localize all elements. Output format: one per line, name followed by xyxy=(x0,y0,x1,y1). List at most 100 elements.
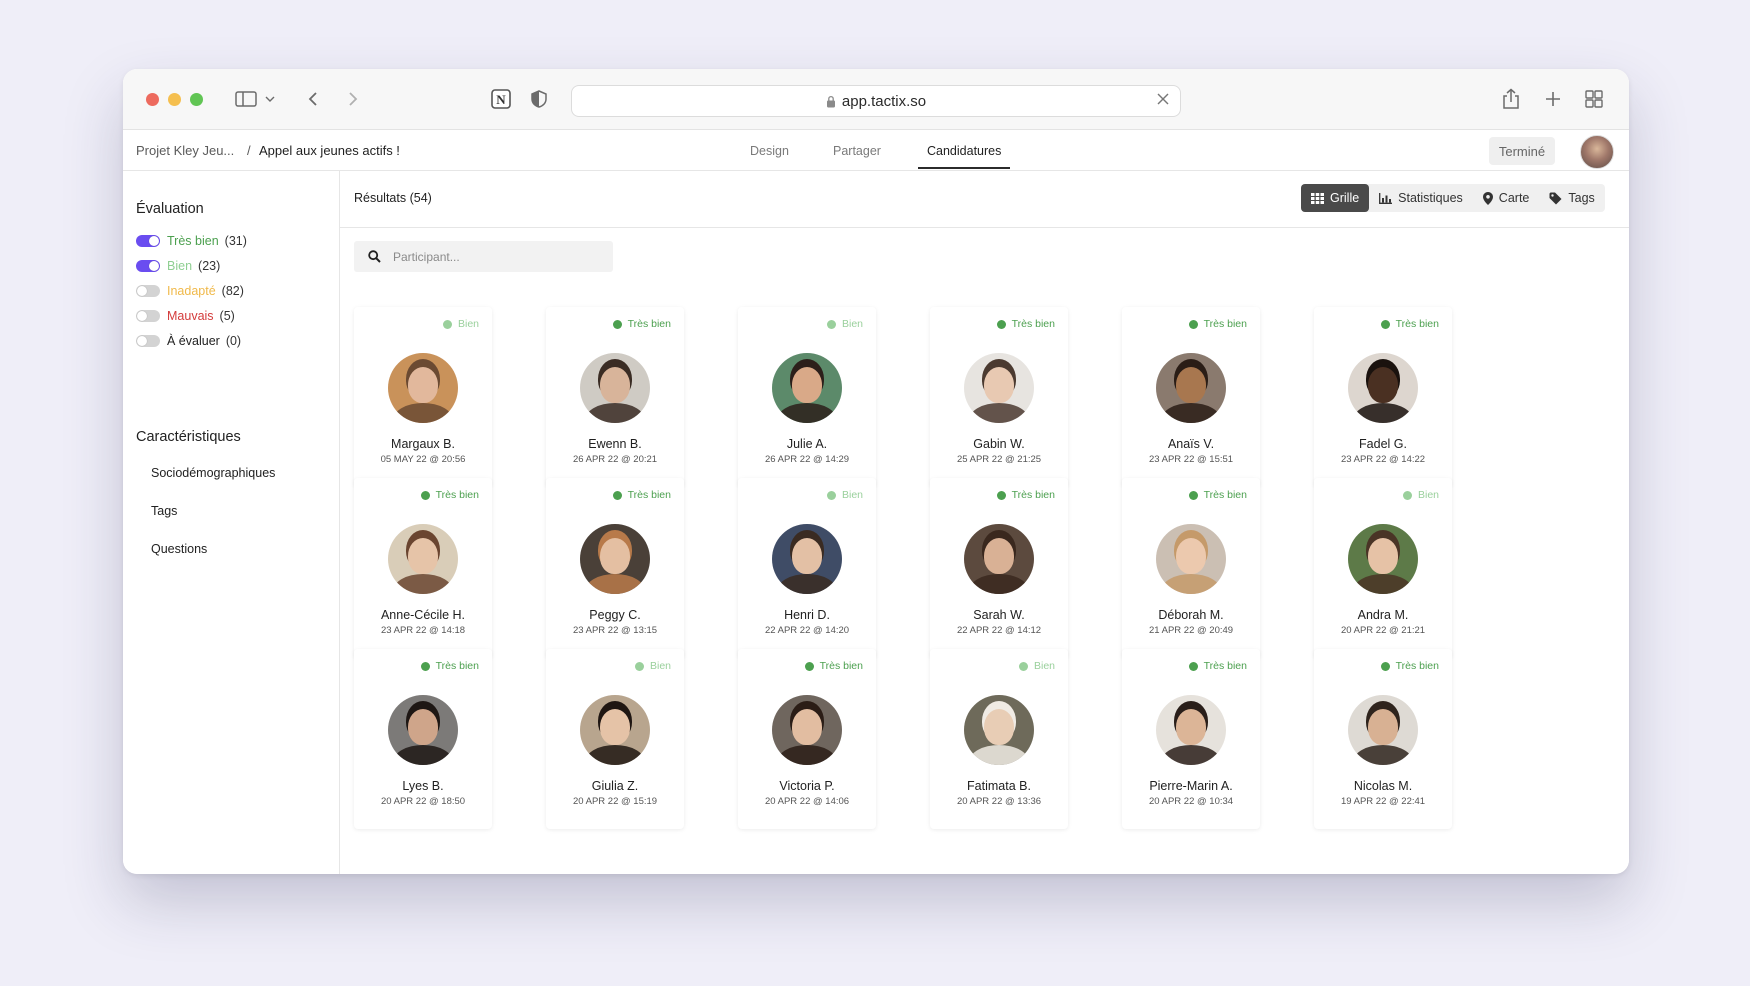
address-bar[interactable]: app.tactix.so xyxy=(571,85,1181,117)
sidebar-toggle-icon[interactable] xyxy=(234,87,258,111)
characteristic-sociodemographiques[interactable]: Sociodémographiques xyxy=(151,466,275,480)
filter-inadapte[interactable]: Inadapté (82) xyxy=(136,282,244,300)
status-button[interactable]: Terminé xyxy=(1489,137,1555,165)
rating-badge: Bien xyxy=(826,489,863,501)
candidate-avatar xyxy=(1348,353,1418,423)
candidate-date: 20 APR 22 @ 13:36 xyxy=(956,796,1042,807)
candidate-name: Déborah M. xyxy=(1158,608,1224,622)
clear-url-icon[interactable] xyxy=(1156,92,1170,106)
view-grille-button[interactable]: Grille xyxy=(1301,184,1370,212)
filter-label: Bien xyxy=(167,259,193,273)
minimize-window-button[interactable] xyxy=(168,93,181,106)
participant-search[interactable] xyxy=(354,241,613,272)
candidate-card[interactable]: Bien Fatimata B. 20 APR 22 @ 13:36 xyxy=(930,649,1068,829)
filter-toggle[interactable] xyxy=(136,285,160,297)
results-toolbar: Résultats (54) Grille Statistiques Carte… xyxy=(340,171,1629,228)
view-grille-label: Grille xyxy=(1330,191,1360,205)
candidate-date: 23 APR 22 @ 14:22 xyxy=(1340,454,1426,465)
back-icon[interactable] xyxy=(305,87,321,111)
candidate-card[interactable]: Très bien Fadel G. 23 APR 22 @ 14:22 xyxy=(1314,307,1452,487)
candidate-card[interactable]: Très bien Déborah M. 21 APR 22 @ 20:49 xyxy=(1122,478,1260,658)
candidate-card[interactable]: Très bien Anaïs V. 23 APR 22 @ 15:51 xyxy=(1122,307,1260,487)
view-statistiques-button[interactable]: Statistiques xyxy=(1369,184,1473,212)
rating-label: Très bien xyxy=(1395,318,1439,330)
candidate-card[interactable]: Très bien Lyes B. 20 APR 22 @ 18:50 xyxy=(354,649,492,829)
candidate-date: 21 APR 22 @ 20:49 xyxy=(1148,625,1234,636)
filter-toggle[interactable] xyxy=(136,260,160,272)
breadcrumb-project[interactable]: Projet Kley Jeu... xyxy=(136,143,234,158)
svg-text:N: N xyxy=(496,92,506,107)
rating-badge: Bien xyxy=(1018,660,1055,672)
candidate-card[interactable]: Très bien Anne-Cécile H. 23 APR 22 @ 14:18 xyxy=(354,478,492,658)
view-tags-button[interactable]: Tags xyxy=(1539,184,1604,212)
filter-mauvais[interactable]: Mauvais (5) xyxy=(136,307,235,325)
candidate-card[interactable]: Très bien Sarah W. 22 APR 22 @ 14:12 xyxy=(930,478,1068,658)
candidate-card[interactable]: Bien Henri D. 22 APR 22 @ 14:20 xyxy=(738,478,876,658)
tab-candidatures[interactable]: Candidatures xyxy=(927,144,1001,158)
rating-badge: Bien xyxy=(442,318,479,330)
candidate-card[interactable]: Très bien Gabin W. 25 APR 22 @ 21:25 xyxy=(930,307,1068,487)
bar-chart-icon xyxy=(1379,192,1393,204)
close-window-button[interactable] xyxy=(146,93,159,106)
filter-bien[interactable]: Bien (23) xyxy=(136,257,220,275)
new-tab-icon[interactable] xyxy=(1543,87,1563,111)
candidate-name: Sarah W. xyxy=(973,608,1025,622)
rating-dot-icon xyxy=(804,661,814,671)
candidate-date: 20 APR 22 @ 10:34 xyxy=(1148,796,1234,807)
rating-label: Très bien xyxy=(1395,660,1439,672)
characteristics-title: Caractéristiques xyxy=(136,429,241,445)
shield-icon[interactable] xyxy=(529,87,549,111)
tab-design[interactable]: Design xyxy=(750,144,789,158)
tab-partager[interactable]: Partager xyxy=(833,144,881,158)
view-carte-button[interactable]: Carte xyxy=(1473,184,1540,212)
candidate-avatar xyxy=(772,353,842,423)
share-icon[interactable] xyxy=(1501,87,1521,111)
forward-icon[interactable] xyxy=(345,87,361,111)
candidate-name: Victoria P. xyxy=(779,779,835,793)
rating-label: Très bien xyxy=(435,660,479,672)
tab-overview-icon[interactable] xyxy=(1584,87,1604,111)
candidate-card[interactable]: Bien Margaux B. 05 MAY 22 @ 20:56 xyxy=(354,307,492,487)
rating-badge: Très bien xyxy=(612,489,671,501)
filter-toggle[interactable] xyxy=(136,235,160,247)
candidate-date: 22 APR 22 @ 14:20 xyxy=(764,625,850,636)
map-pin-icon xyxy=(1482,191,1493,205)
rating-dot-icon xyxy=(826,319,836,329)
filter-label: À évaluer xyxy=(167,334,220,348)
candidate-card[interactable]: Très bien Victoria P. 20 APR 22 @ 14:06 xyxy=(738,649,876,829)
chevron-down-icon[interactable] xyxy=(264,87,276,111)
breadcrumb-page: Appel aux jeunes actifs ! xyxy=(259,143,400,158)
search-input[interactable] xyxy=(391,248,585,265)
candidate-name: Peggy C. xyxy=(589,608,641,622)
user-avatar[interactable] xyxy=(1580,135,1614,169)
candidate-card[interactable]: Bien Andra M. 20 APR 22 @ 21:21 xyxy=(1314,478,1452,658)
candidate-name: Anaïs V. xyxy=(1167,437,1215,451)
candidate-avatar xyxy=(580,353,650,423)
lock-icon xyxy=(826,95,836,108)
characteristic-questions[interactable]: Questions xyxy=(151,542,207,556)
notion-extension-icon[interactable]: N xyxy=(489,87,513,111)
filter-a-evaluer[interactable]: À évaluer (0) xyxy=(136,332,241,350)
filter-toggle[interactable] xyxy=(136,310,160,322)
candidate-card[interactable]: Très bien Nicolas M. 19 APR 22 @ 22:41 xyxy=(1314,649,1452,829)
rating-badge: Très bien xyxy=(1380,318,1439,330)
candidate-card[interactable]: Bien Julie A. 26 APR 22 @ 14:29 xyxy=(738,307,876,487)
rating-dot-icon xyxy=(612,490,622,500)
characteristic-tags[interactable]: Tags xyxy=(151,504,177,518)
candidate-card[interactable]: Très bien Ewenn B. 26 APR 22 @ 20:21 xyxy=(546,307,684,487)
candidate-name: Nicolas M. xyxy=(1353,779,1413,793)
filter-toggle[interactable] xyxy=(136,335,160,347)
maximize-window-button[interactable] xyxy=(190,93,203,106)
filter-label: Mauvais xyxy=(167,309,214,323)
view-tags-label: Tags xyxy=(1568,191,1595,205)
candidate-avatar xyxy=(1156,353,1226,423)
candidate-name: Andra M. xyxy=(1357,608,1409,622)
candidate-date: 26 APR 22 @ 14:29 xyxy=(764,454,850,465)
filters-sidebar: Évaluation Très bien (31) Bien (23) Inadapté… xyxy=(123,171,340,874)
rating-badge: Très bien xyxy=(996,489,1055,501)
candidate-date: 20 APR 22 @ 18:50 xyxy=(380,796,466,807)
candidate-card[interactable]: Bien Giulia Z. 20 APR 22 @ 15:19 xyxy=(546,649,684,829)
candidate-card[interactable]: Très bien Peggy C. 23 APR 22 @ 13:15 xyxy=(546,478,684,658)
candidate-card[interactable]: Très bien Pierre-Marin A. 20 APR 22 @ 10:3… xyxy=(1122,649,1260,829)
filter-tres-bien[interactable]: Très bien (31) xyxy=(136,232,247,250)
